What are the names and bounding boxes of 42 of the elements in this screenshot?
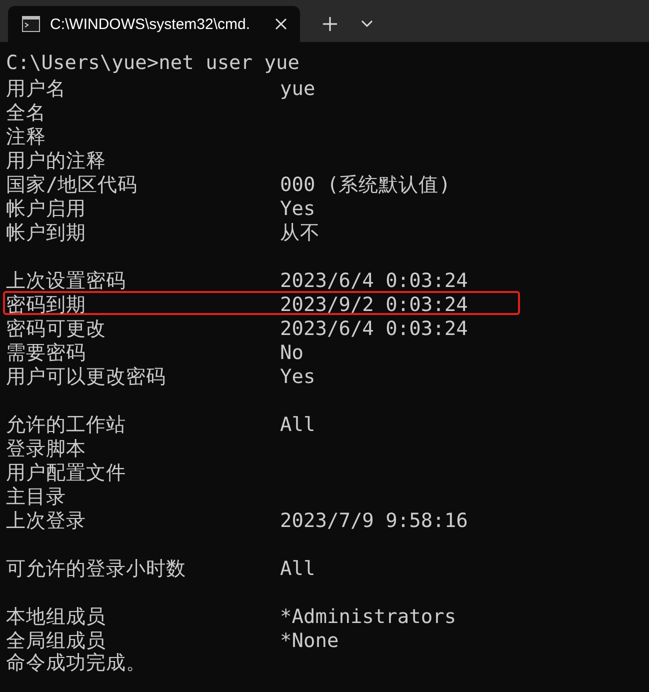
terminal-icon bbox=[22, 16, 40, 32]
field-label: 帐户启用 bbox=[6, 197, 87, 217]
field-label: 上次设置密码 bbox=[6, 269, 127, 289]
field-label: 全名 bbox=[6, 101, 47, 121]
console-line: C:\Users\yue>net user yue bbox=[6, 51, 300, 75]
field-label: 全局组成员 bbox=[6, 629, 107, 649]
new-tab-icon[interactable] bbox=[322, 16, 338, 32]
field-label: 用户名 bbox=[6, 77, 67, 97]
field-label: 密码到期 bbox=[6, 293, 87, 313]
field-label: 需要密码 bbox=[6, 341, 87, 361]
console-line: 命令成功完成。 bbox=[6, 651, 147, 675]
field-value: *None bbox=[280, 629, 339, 649]
close-icon[interactable] bbox=[274, 17, 288, 31]
field-label: 上次登录 bbox=[6, 509, 87, 529]
field-label: 用户的注释 bbox=[6, 149, 107, 169]
field-value: No bbox=[280, 341, 304, 361]
field-value: 000 (系统默认值) bbox=[280, 173, 450, 193]
tab-title: C:\WINDOWS\system32\cmd. bbox=[50, 16, 252, 32]
field-value: 2023/6/4 0:03:24 bbox=[280, 317, 468, 337]
chevron-down-icon[interactable] bbox=[360, 19, 374, 29]
field-label: 国家/地区代码 bbox=[6, 173, 139, 193]
field-label: 注释 bbox=[6, 125, 47, 145]
field-value: 2023/7/9 9:58:16 bbox=[280, 509, 468, 529]
field-label: 允许的工作站 bbox=[6, 413, 127, 433]
field-value: 2023/6/4 0:03:24 bbox=[280, 269, 468, 289]
field-label: 密码可更改 bbox=[6, 317, 107, 337]
field-value: Yes bbox=[280, 365, 316, 385]
field-value: yue bbox=[280, 77, 316, 97]
field-value: 2023/9/2 0:03:24 bbox=[280, 293, 468, 313]
field-label: 用户配置文件 bbox=[6, 461, 127, 481]
field-value: 从不 bbox=[280, 221, 320, 241]
field-label: 用户可以更改密码 bbox=[6, 365, 167, 385]
field-value: Yes bbox=[280, 197, 316, 217]
field-label: 可允许的登录小时数 bbox=[6, 557, 187, 577]
field-label: 本地组成员 bbox=[6, 605, 107, 625]
terminal-tab[interactable]: C:\WINDOWS\system32\cmd. bbox=[8, 6, 300, 42]
field-label: 主目录 bbox=[6, 485, 67, 505]
field-value: All bbox=[280, 413, 316, 433]
field-label: 登录脚本 bbox=[6, 437, 87, 457]
field-label: 帐户到期 bbox=[6, 221, 87, 241]
field-value: *Administrators bbox=[280, 605, 456, 625]
field-value: All bbox=[280, 557, 316, 577]
